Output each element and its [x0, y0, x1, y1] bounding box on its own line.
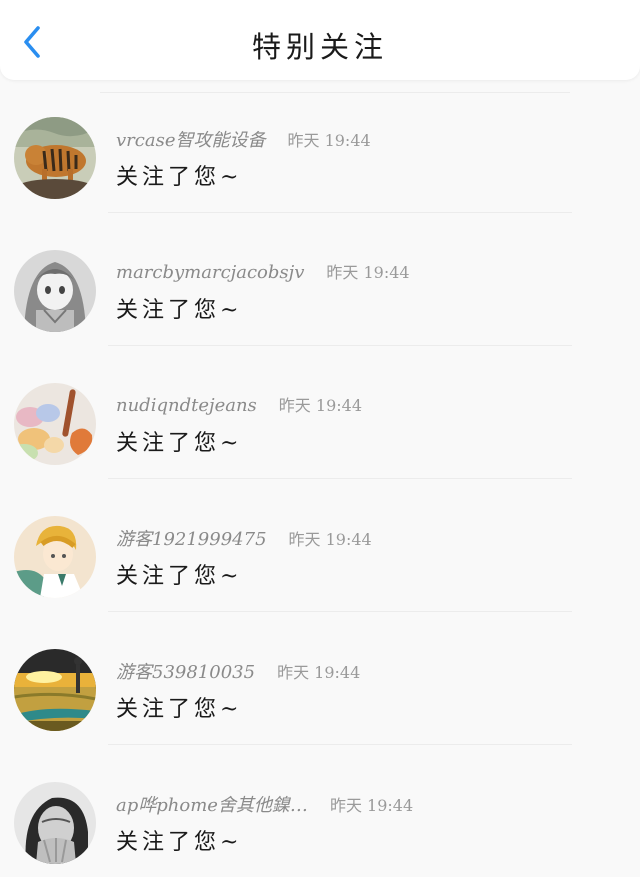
notification-list: vrcase智攻能设备 昨天 19:44 关注了您~ marcbymarcjaco…	[0, 80, 640, 877]
list-item[interactable]: marcbymarcjacobsjv 昨天 19:44 关注了您~	[0, 213, 640, 345]
woman-photo-avatar[interactable]	[14, 782, 96, 864]
list-item[interactable]: nudiqndtejeans 昨天 19:44 关注了您~	[0, 346, 640, 478]
notification-meta: 游客539810035 昨天 19:44	[116, 658, 360, 684]
timestamp: 昨天 19:44	[326, 263, 410, 282]
anime-girl-avatar[interactable]	[14, 250, 96, 332]
header-bar: 特别关注	[0, 0, 640, 80]
notification-message: 关注了您~	[116, 830, 243, 855]
notification-meta: 游客1921999475 昨天 19:44	[116, 525, 372, 551]
notification-message: 关注了您~	[116, 697, 243, 722]
user-name[interactable]: 游客539810035	[116, 662, 255, 683]
timestamp: 昨天 19:44	[277, 663, 361, 682]
anime-boy-avatar[interactable]	[14, 516, 96, 598]
timestamp: 昨天 19:44	[287, 131, 371, 150]
timestamp: 昨天 19:44	[278, 396, 362, 415]
list-item[interactable]: 游客539810035 昨天 19:44 关注了您~	[0, 612, 640, 744]
notification-message: 关注了您~	[116, 298, 243, 323]
notification-message: 关注了您~	[116, 165, 243, 190]
list-item[interactable]: vrcase智攻能设备 昨天 19:44 关注了您~	[0, 80, 640, 212]
list-item[interactable]: ap哗phome舍其他鎳… 昨天 19:44 关注了您~	[0, 745, 640, 877]
page-title: 特别关注	[251, 30, 388, 64]
notification-meta: vrcase智攻能设备 昨天 19:44	[116, 126, 371, 152]
notification-message: 关注了您~	[116, 431, 243, 456]
user-name[interactable]: marcbymarcjacobsjv	[116, 262, 304, 283]
user-name[interactable]: 游客1921999475	[116, 529, 267, 550]
notification-message: 关注了您~	[116, 564, 243, 589]
user-name[interactable]: ap哗phome舍其他鎳…	[116, 795, 308, 816]
timestamp: 昨天 19:44	[329, 796, 414, 815]
user-name[interactable]: vrcase智攻能设备	[116, 130, 265, 151]
list-item[interactable]: 游客1921999475 昨天 19:44 关注了您~	[0, 479, 640, 611]
user-name[interactable]: nudiqndtejeans	[116, 395, 257, 416]
candy-avatar[interactable]	[14, 383, 96, 465]
notification-meta: nudiqndtejeans 昨天 19:44	[116, 392, 362, 416]
tiger-avatar[interactable]	[14, 117, 96, 199]
notification-meta: ap哗phome舍其他鎳… 昨天 19:44	[116, 791, 413, 817]
sunset-field-avatar[interactable]	[14, 649, 96, 731]
timestamp: 昨天 19:44	[288, 530, 372, 549]
notification-meta: marcbymarcjacobsjv 昨天 19:44	[116, 259, 410, 283]
